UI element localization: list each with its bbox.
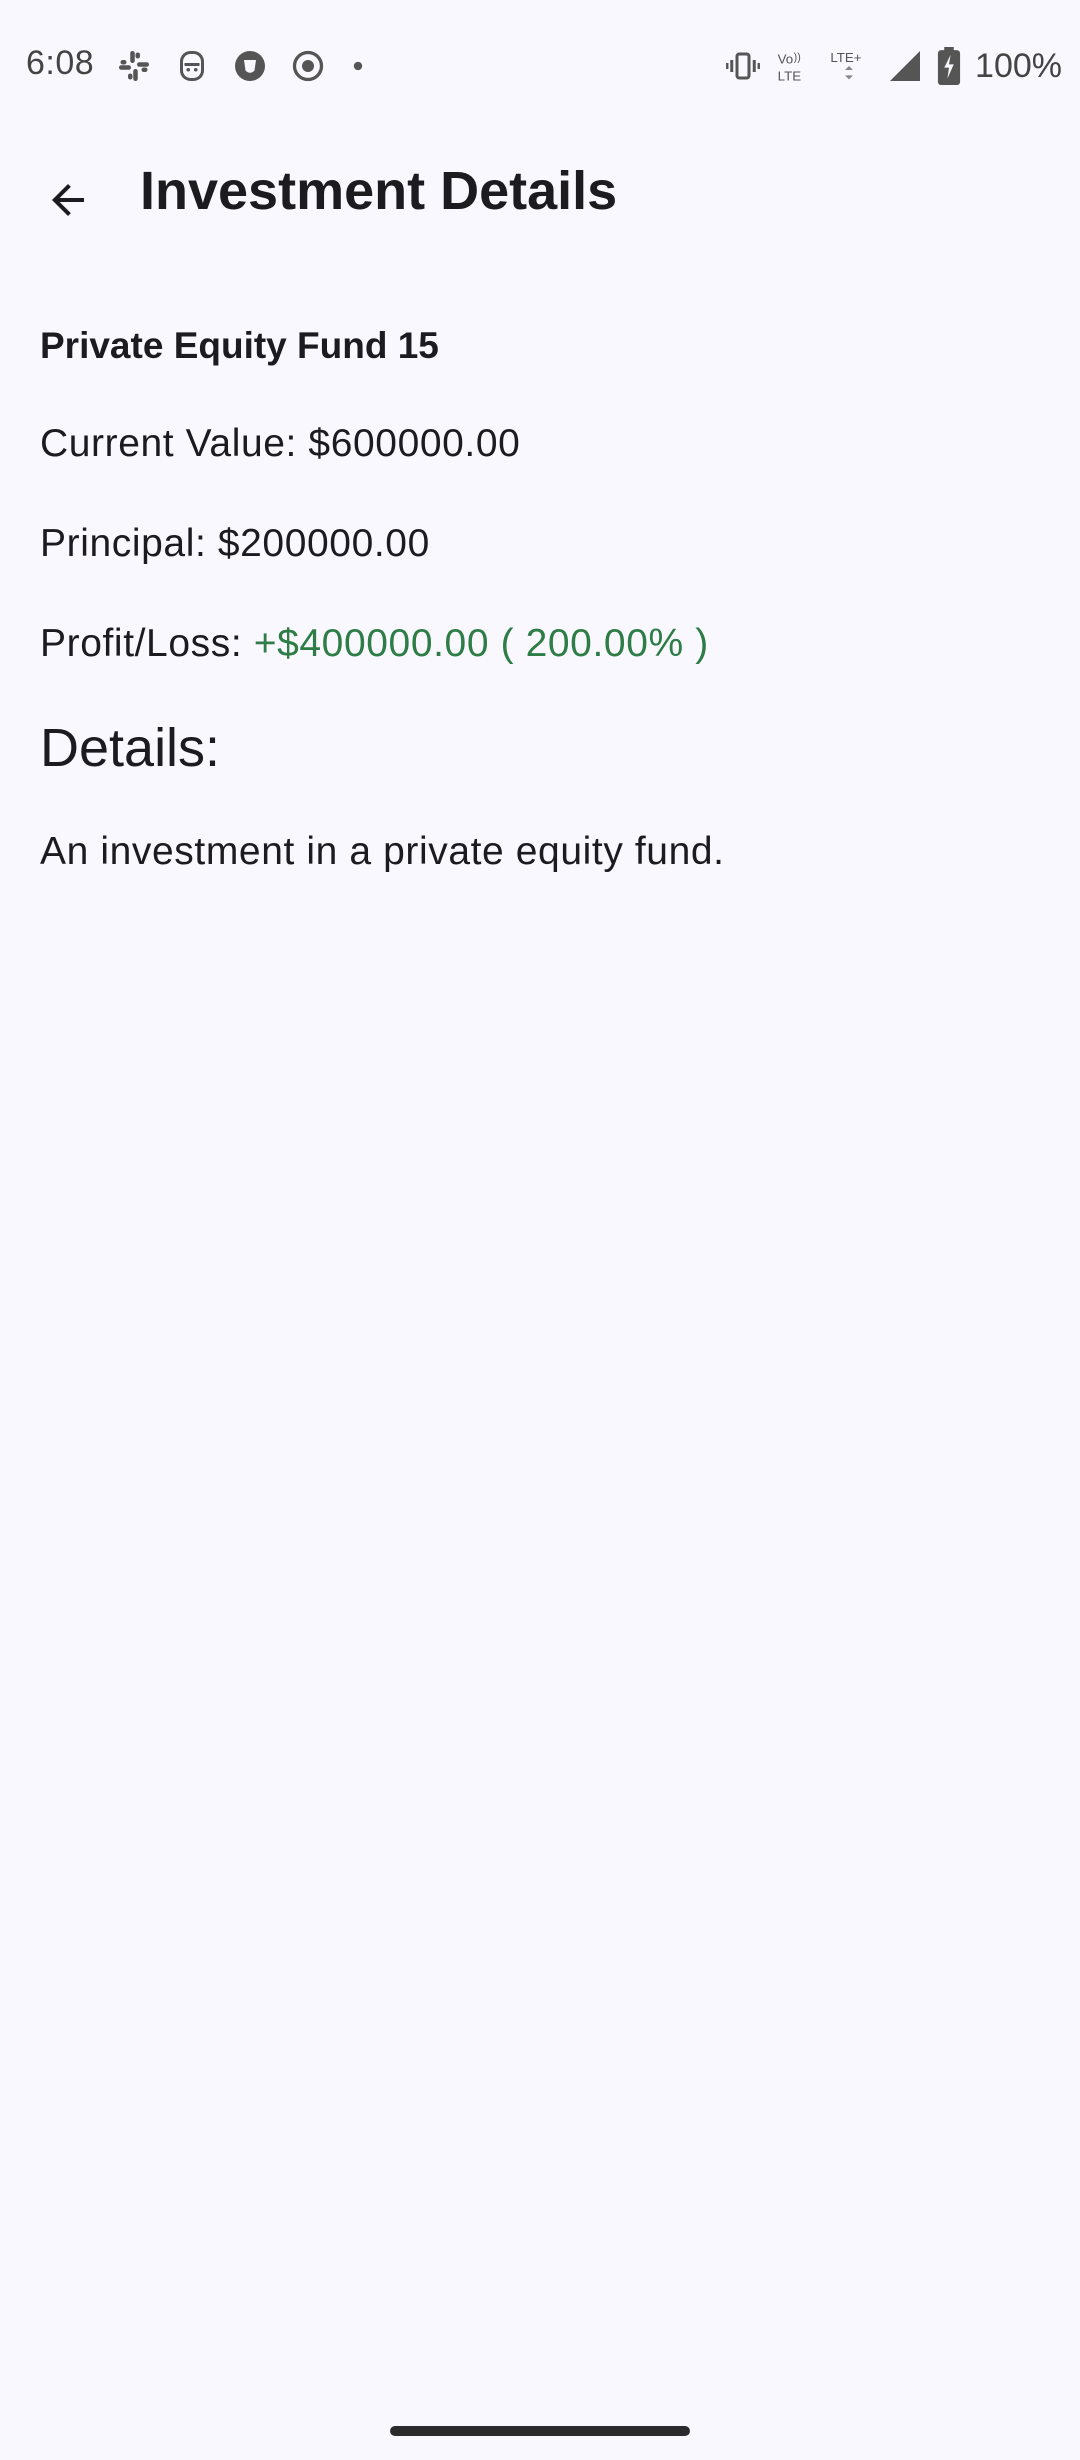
svg-text:LTE: LTE xyxy=(778,69,802,84)
svg-text:)): )) xyxy=(794,52,801,64)
slack-icon xyxy=(119,51,149,81)
svg-text:LTE+: LTE+ xyxy=(830,50,861,65)
page-title: Investment Details xyxy=(140,161,618,221)
volte-icon: Vo )) LTE xyxy=(778,51,802,84)
profit-loss-row: Profit/Loss: +$400000.00 ( 200.00% ) xyxy=(40,614,709,674)
arrow-back-icon xyxy=(52,184,84,216)
current-value-label: Current Value: xyxy=(40,422,309,465)
lte-plus-icon: LTE+ xyxy=(830,50,862,80)
principal-row: Principal: $200000.00 xyxy=(40,514,430,574)
dot-icon xyxy=(353,61,363,71)
signal-icon xyxy=(890,51,921,81)
profit-loss-value: +$400000.00 ( 200.00% ) xyxy=(253,622,709,665)
svg-text:Vo: Vo xyxy=(778,51,794,66)
fund-name: Private Equity Fund 15 xyxy=(40,325,439,366)
battery-charging-icon xyxy=(937,47,961,85)
details-description: An investment in a private equity fund. xyxy=(40,830,725,873)
back-button[interactable] xyxy=(26,158,110,242)
status-time: 6:08 xyxy=(26,44,95,82)
current-value-row: Current Value: $600000.00 xyxy=(40,414,520,474)
investment-details-content: Private Equity Fund 15 Current Value: $6… xyxy=(40,316,1040,873)
top-app-bar: Investment Details xyxy=(0,132,1080,258)
robot-face-icon xyxy=(180,51,204,81)
shield-browser-icon xyxy=(235,51,265,81)
battery-percentage: 100% xyxy=(975,46,1062,85)
details-heading: Details: xyxy=(40,718,221,778)
principal-value: $200000.00 xyxy=(217,522,430,565)
vibrate-icon xyxy=(726,52,760,80)
principal-label: Principal: xyxy=(40,522,218,565)
record-icon xyxy=(292,50,324,82)
profit-loss-label: Profit/Loss: xyxy=(40,622,254,665)
investment-details-screen: 6:08 Vo)) LTE LTE+ 100% Investment Deta… xyxy=(0,0,1080,2460)
status-bar: 6:08 Vo)) LTE LTE+ 100% xyxy=(0,0,1080,132)
system-status-icons: Vo )) LTE LTE+ 100% xyxy=(725,44,1062,88)
current-value: $600000.00 xyxy=(308,422,521,465)
notification-icons xyxy=(116,46,368,86)
gesture-nav-handle[interactable] xyxy=(390,2426,690,2436)
